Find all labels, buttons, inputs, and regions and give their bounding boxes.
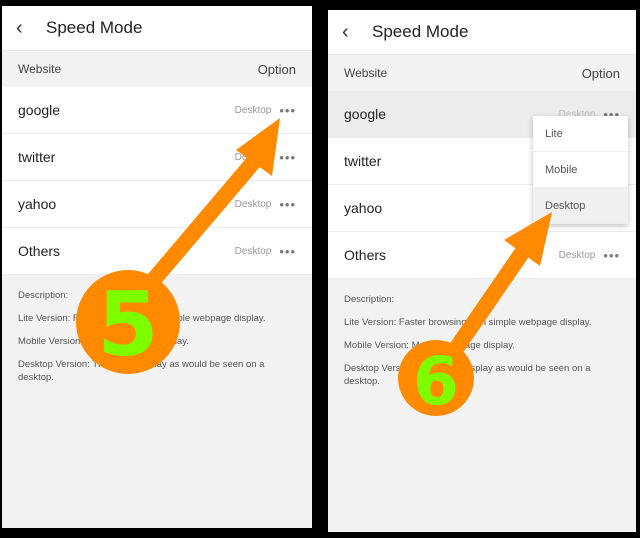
step-number-6: 6 <box>413 343 459 420</box>
step-number-5: 5 <box>97 273 158 376</box>
annotation-overlay: 5 6 <box>76 118 552 420</box>
